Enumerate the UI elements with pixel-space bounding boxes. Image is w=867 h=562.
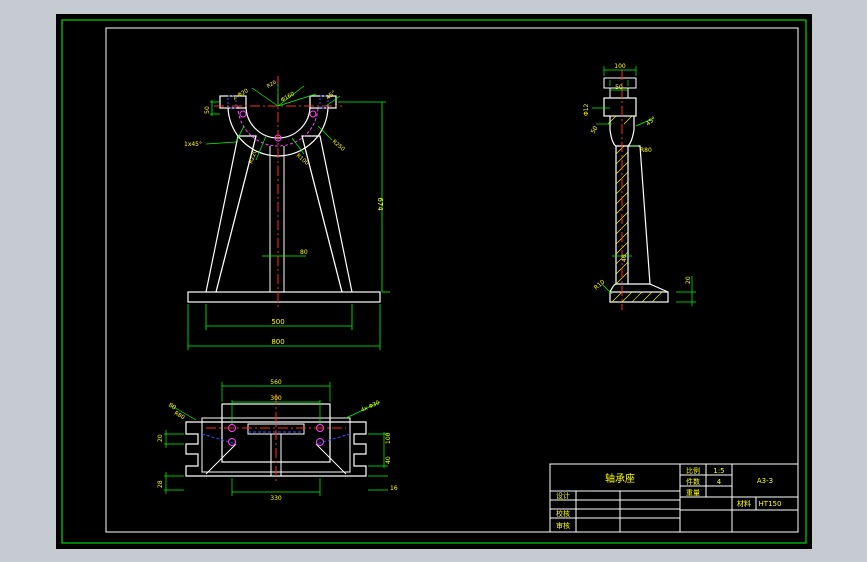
side-dim-angle: 45°	[645, 115, 658, 127]
drawing-canvas[interactable]: 800 500 674 80 50 1x45° 2-Φ20 Φ160 45° R…	[56, 14, 812, 549]
hole-right	[309, 110, 317, 118]
material-label: 材料	[737, 499, 751, 508]
title-block-frame	[549, 463, 799, 533]
dim-height-text: 674	[376, 197, 384, 211]
side-dim-web: 40	[621, 254, 628, 262]
inner-border	[105, 27, 799, 533]
top-dim-right-h: 100	[385, 432, 392, 444]
part-name: 轴承座	[605, 472, 635, 485]
side-dim-base-height: 20	[685, 276, 692, 284]
drawing-no: A3-3	[757, 477, 773, 485]
model-space[interactable]: 800 500 674 80 50 1x45° 2-Φ20 Φ160 45° R…	[56, 14, 812, 549]
right-leg-outline	[301, 135, 353, 293]
top-view[interactable]: 560 300 330 80 20 28 4x Φ30 100 40 16 R8…	[157, 379, 398, 502]
side-dim-top-width: 100	[614, 63, 626, 70]
title-block[interactable]	[549, 463, 799, 533]
cad-application-frame: 800 500 674 80 50 1x45° 2-Φ20 Φ160 45° R…	[0, 0, 867, 562]
review-label: 审核	[556, 521, 570, 530]
material-value: HT150	[759, 500, 782, 508]
scale-value: 1:5	[713, 467, 724, 475]
dim-leg-width: 500	[205, 304, 353, 330]
top-hole-3	[228, 438, 236, 446]
dim-top-left-text: 50	[204, 106, 211, 114]
side-view[interactable]: 100 50 Φ12 50 45° R80 40 R10 20	[583, 63, 696, 310]
side-dim-r: R80	[640, 147, 652, 154]
dim-top-leaders: 2-Φ20 Φ160	[232, 84, 317, 107]
dim-hole-top2-text: Φ160	[280, 91, 296, 104]
dim-r-web2-text: R20	[266, 80, 278, 90]
qty-label: 件数	[686, 477, 700, 486]
dim-r-outer-text: R250	[331, 139, 346, 153]
base-plate	[187, 291, 381, 303]
side-base-join	[609, 283, 669, 293]
front-view[interactable]: 800 500 674 80 50 1x45° 2-Φ20 Φ160 45° R…	[184, 76, 390, 350]
side-dim-bore: Φ12	[583, 103, 590, 116]
side-base	[609, 291, 669, 303]
side-rib	[628, 145, 651, 285]
dim-r-web-text: R100	[295, 153, 310, 167]
qty-value: 4	[717, 478, 722, 486]
outer-border	[61, 19, 807, 544]
side-dim-bottom-r: R10	[593, 278, 607, 291]
hole-left	[239, 110, 247, 118]
design-label: 设计	[556, 491, 570, 500]
dim-top-left: 50	[204, 100, 220, 116]
top-dim-right: 4x Φ30	[360, 400, 381, 414]
side-dim-step: 50	[590, 125, 600, 135]
dim-leg-width-text: 500	[271, 318, 284, 326]
dim-web-text: 80	[300, 249, 308, 256]
dim-overall-width-text: 800	[271, 338, 284, 346]
top-dim-left-r: R80	[173, 411, 186, 422]
side-top-block	[603, 97, 637, 117]
drawing-border	[61, 19, 807, 544]
check-label: 校核	[556, 509, 570, 518]
top-diag-left	[205, 443, 237, 475]
top-dim-inner: 300	[270, 395, 282, 402]
dim-chamfer-text: 1x45°	[184, 141, 202, 148]
weight-label: 重量	[686, 489, 700, 497]
dim-web: 80	[262, 249, 308, 257]
scale-label: 比例	[686, 466, 700, 475]
top-hole-4	[316, 438, 324, 446]
side-dims	[592, 66, 696, 306]
top-dim-left2: 20	[157, 434, 164, 442]
top-dim-bottom: 330	[270, 495, 282, 502]
top-dim-right-w: 16	[390, 485, 398, 492]
top-dim-width: 560	[270, 379, 282, 386]
dim-overall-width: 800	[187, 304, 381, 350]
top-diag-right	[315, 443, 347, 475]
title-block-text: 轴承座 比例 1:5 件数 4 重量 A3-3 材料 HT150 设计 校核 审…	[556, 466, 781, 530]
dim-hole-top-text: 2-Φ20	[232, 88, 250, 102]
top-dim-left-small: 28	[157, 480, 164, 488]
side-dim-slot: 50	[615, 84, 623, 91]
top-dim-right-h2: 40	[385, 456, 392, 464]
dim-chamfer: 1x45°	[184, 125, 245, 148]
